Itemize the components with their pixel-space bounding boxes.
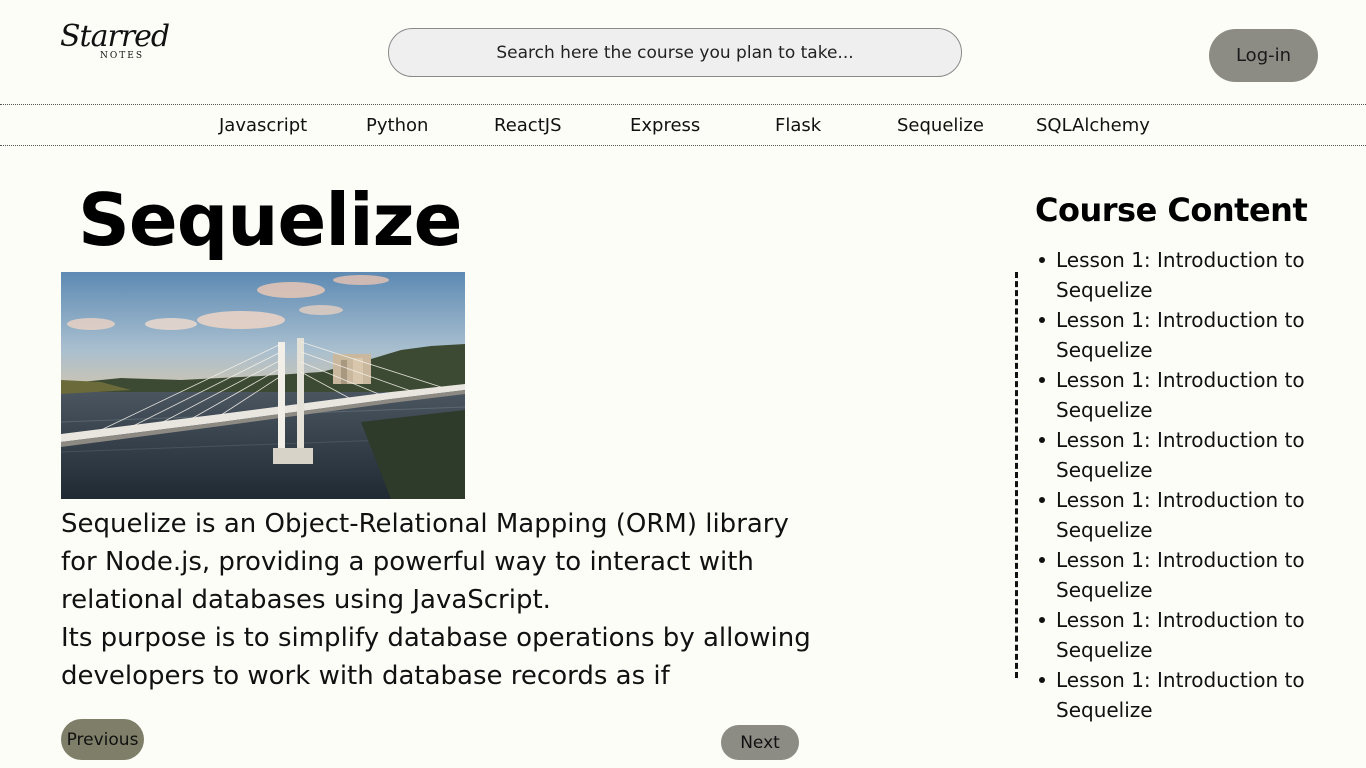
lesson-item[interactable]: Lesson 1: Introduction to Sequelize [1039,305,1306,365]
page: Starred NOTES Log-in Javascript Python R… [0,0,1366,768]
lesson-item[interactable]: Lesson 1: Introduction to Sequelize [1039,605,1306,665]
lesson-item[interactable]: Lesson 1: Introduction to Sequelize [1039,665,1306,725]
description-paragraph: Its purpose is to simplify database oper… [61,623,811,691]
hero-image [61,272,465,499]
logo-script-text: Starred [60,19,170,54]
lesson-item[interactable]: Lesson 1: Introduction to Sequelize [1039,365,1306,425]
page-title: Sequelize [78,178,462,262]
sidebar-divider [1015,272,1018,678]
nav-item-flask[interactable]: Flask [775,115,821,136]
lesson-item[interactable]: Lesson 1: Introduction to Sequelize [1039,425,1306,485]
lesson-item[interactable]: Lesson 1: Introduction to Sequelize [1039,485,1306,545]
nav-item-sequelize[interactable]: Sequelize [897,115,984,136]
nav-item-sqlalchemy[interactable]: SQLAlchemy [1036,115,1150,136]
lesson-list: Lesson 1: Introduction to Sequelize Less… [1035,245,1356,725]
course-content-title: Course Content [1035,191,1308,229]
nav-item-javascript[interactable]: Javascript [219,115,307,136]
nav-item-express[interactable]: Express [630,115,700,136]
brand-logo[interactable]: Starred NOTES [60,20,170,68]
lesson-item[interactable]: Lesson 1: Introduction to Sequelize [1039,245,1306,305]
lesson-item[interactable]: Lesson 1: Introduction to Sequelize [1039,545,1306,605]
nav-item-python[interactable]: Python [366,115,428,136]
course-description: Sequelize is an Object-Relational Mappin… [61,505,821,695]
previous-button[interactable]: Previous [61,719,144,760]
description-paragraph: Sequelize is an Object-Relational Mappin… [61,509,789,615]
logo-sub-text: NOTES [100,51,144,61]
login-button[interactable]: Log-in [1209,29,1318,82]
nav-item-reactjs[interactable]: ReactJS [494,115,562,136]
next-button[interactable]: Next [721,725,799,760]
search-bar[interactable] [388,28,962,77]
course-nav: Javascript Python ReactJS Express Flask … [0,104,1366,146]
search-input[interactable] [389,41,961,64]
